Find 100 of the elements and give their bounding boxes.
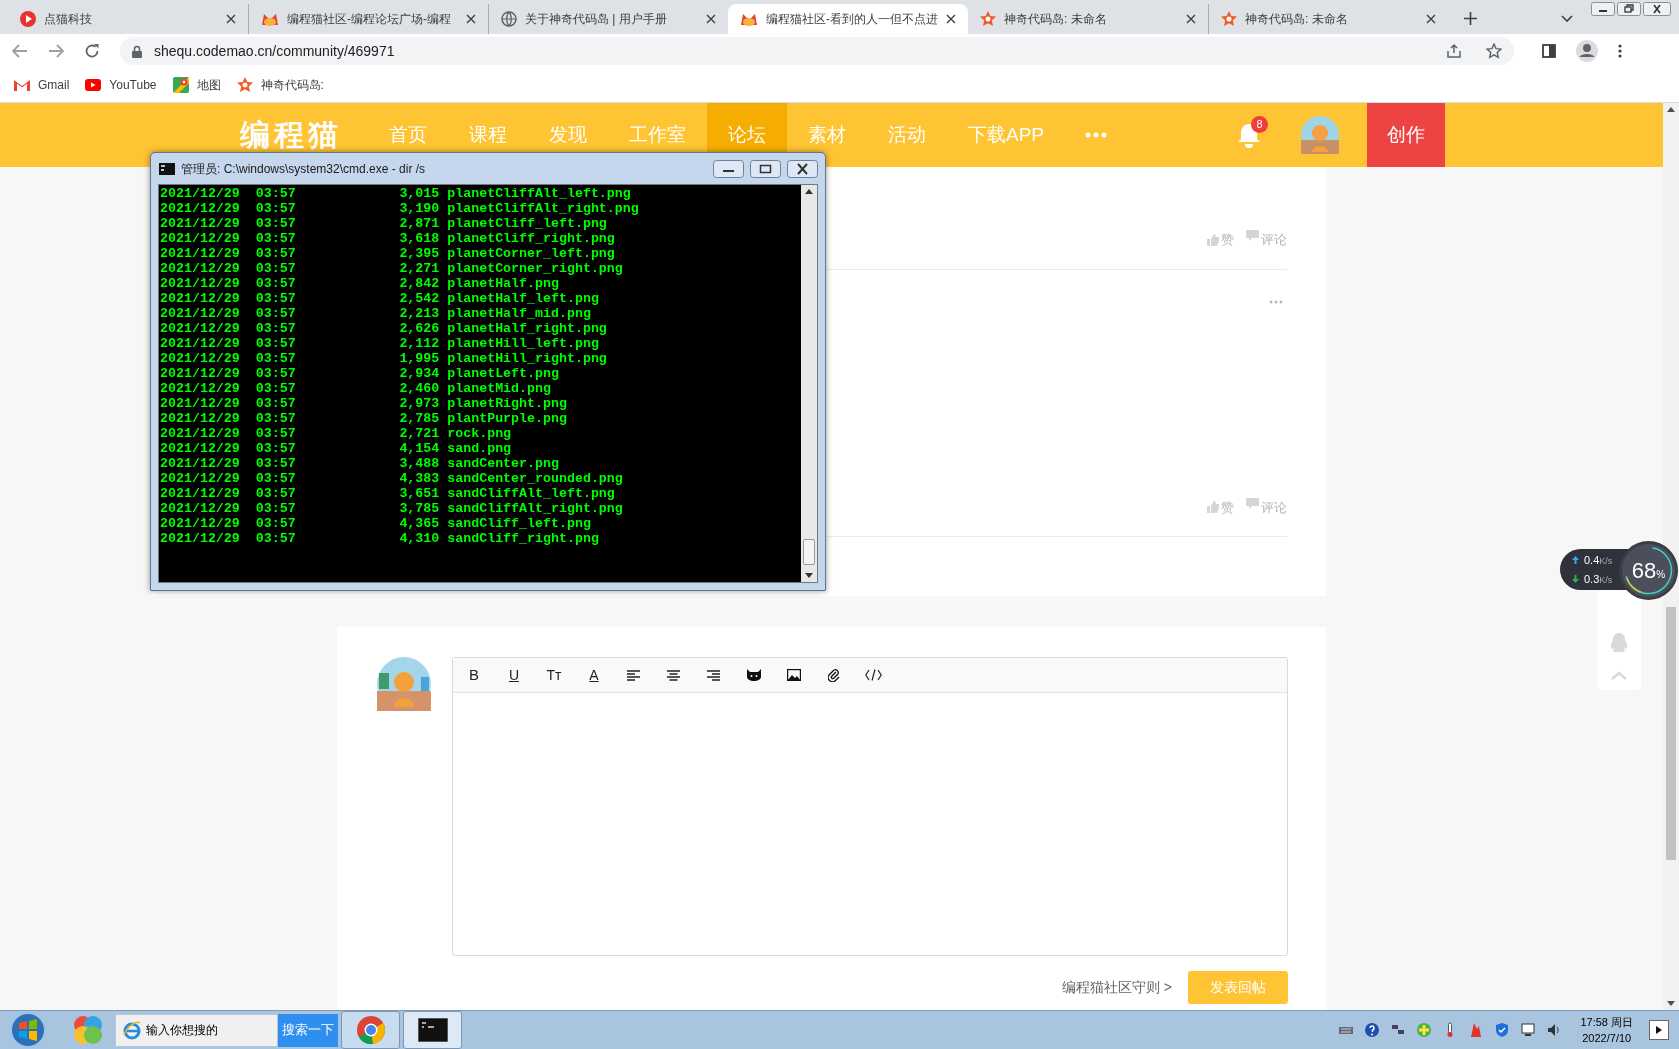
chevron-down-icon[interactable] bbox=[1561, 15, 1573, 23]
close-icon[interactable] bbox=[226, 14, 236, 24]
star-logo-icon bbox=[980, 11, 996, 27]
search-field[interactable]: 输入你想搜的 bbox=[146, 1021, 266, 1039]
console-line: 2021/12/29 03:57 4,383 sandCenter_rounded.png bbox=[160, 471, 623, 486]
cat-face-icon bbox=[740, 11, 758, 27]
console-line: 2021/12/29 03:57 2,626 planetHalf_right.png bbox=[160, 321, 607, 336]
play-icon bbox=[85, 79, 102, 91]
bookmark-link[interactable]: 地图 bbox=[172, 76, 221, 94]
taskbar-app[interactable] bbox=[403, 1011, 462, 1049]
download-speed: 0.3K/s bbox=[1584, 571, 1613, 587]
close-icon[interactable] bbox=[466, 14, 476, 24]
font-size-button[interactable]: Tт bbox=[533, 664, 574, 686]
help-icon[interactable] bbox=[1364, 1022, 1381, 1038]
close-icon[interactable] bbox=[946, 14, 956, 24]
console-line: 2021/12/29 03:57 3,785 sandCliffAlt_right.png bbox=[160, 501, 623, 516]
speech-bubble-icon bbox=[1246, 497, 1259, 509]
browser-tab[interactable]: 点猫科技 bbox=[8, 4, 248, 34]
console-line: 2021/12/29 03:57 3,190 planetCliffAlt_right.png bbox=[160, 201, 639, 216]
browser-tab[interactable]: 神奇代码岛: 未命名 bbox=[968, 4, 1208, 34]
restore-icon[interactable] bbox=[1617, 2, 1641, 16]
play-icon bbox=[1655, 1026, 1663, 1034]
cat-face-icon[interactable] bbox=[746, 669, 761, 681]
scroll-down-icon[interactable] bbox=[805, 573, 813, 578]
paperclip-icon[interactable] bbox=[827, 668, 840, 682]
notification-badge: 8 bbox=[1251, 116, 1269, 133]
upload-arrow-icon bbox=[1572, 556, 1579, 564]
star-icon[interactable] bbox=[1486, 43, 1502, 59]
upload-speed: 0.4K/s bbox=[1584, 552, 1613, 568]
console-line: 2021/12/29 03:57 2,112 planetHill_left.png bbox=[160, 336, 599, 351]
thumbs-up-icon bbox=[1207, 233, 1219, 246]
bookmark-link[interactable]: Gmail bbox=[14, 76, 70, 94]
new-tab-icon[interactable] bbox=[1464, 12, 1477, 25]
console-line: 2021/12/29 03:57 2,785 plantPurple.png bbox=[160, 411, 567, 426]
terminal-icon bbox=[417, 1018, 448, 1042]
underline-button[interactable]: U bbox=[493, 664, 534, 686]
console-line: 2021/12/29 03:57 3,015 planetCliffAlt_left.png bbox=[160, 186, 631, 201]
create-button[interactable]: 创作 bbox=[1367, 103, 1446, 167]
scroll-thumb[interactable] bbox=[803, 539, 815, 565]
minimize-icon[interactable] bbox=[713, 159, 744, 178]
profile-icon[interactable] bbox=[1576, 40, 1598, 62]
terminal-icon bbox=[159, 162, 175, 175]
scrollbar[interactable] bbox=[1663, 103, 1679, 1010]
bell-icon[interactable] bbox=[1237, 122, 1262, 148]
scroll-up-icon[interactable] bbox=[1667, 107, 1675, 112]
align-right-icon[interactable] bbox=[707, 669, 721, 681]
thumbs-up-icon bbox=[1207, 501, 1219, 514]
close-icon[interactable] bbox=[1186, 14, 1196, 24]
map-pin-icon bbox=[172, 77, 189, 93]
close-icon[interactable] bbox=[787, 159, 818, 178]
bold-button[interactable]: B bbox=[453, 663, 494, 687]
speech-bubble-icon bbox=[1246, 230, 1259, 241]
close-icon[interactable] bbox=[706, 14, 716, 24]
bookmark-link[interactable]: 神奇代码岛: bbox=[236, 76, 324, 94]
back-icon[interactable] bbox=[12, 44, 28, 58]
search-button[interactable]: 搜索一下 bbox=[278, 1013, 338, 1047]
forward-icon[interactable] bbox=[48, 44, 64, 58]
console-line: 2021/12/29 03:57 4,365 sandCliff_left.png bbox=[160, 516, 591, 531]
shield-icon[interactable] bbox=[1494, 1022, 1511, 1038]
minimize-icon[interactable] bbox=[1591, 2, 1615, 16]
tab-title: 编程猫社区-看到的人一但不点进 bbox=[766, 11, 938, 28]
comment-editor[interactable]: B U Tт A bbox=[451, 657, 1288, 956]
mail-icon bbox=[14, 79, 30, 91]
tab-title: 神奇代码岛: 未命名 bbox=[1245, 11, 1349, 28]
maximize-icon[interactable] bbox=[750, 159, 781, 178]
code-icon[interactable] bbox=[865, 669, 883, 681]
close-icon[interactable] bbox=[1426, 14, 1436, 24]
image-icon[interactable] bbox=[786, 669, 801, 681]
browser-tab[interactable]: 编程猫社区-看到的人一但不点进 bbox=[728, 4, 968, 34]
console-line: 2021/12/29 03:57 4,310 sandCliff_right.png bbox=[160, 531, 599, 546]
window-title: 管理员: C:\windows\system32\cmd.exe - dir /s bbox=[181, 160, 427, 178]
menu-icon[interactable] bbox=[1618, 44, 1622, 58]
user-avatar bbox=[377, 657, 431, 711]
font-color-button[interactable]: A bbox=[573, 664, 614, 686]
align-center-icon[interactable] bbox=[667, 669, 681, 681]
align-left-icon[interactable] bbox=[627, 669, 641, 681]
scroll-up-icon[interactable] bbox=[805, 189, 813, 194]
monitor-icon[interactable] bbox=[1520, 1022, 1537, 1038]
star-logo-icon bbox=[236, 77, 253, 93]
download-arrow-icon bbox=[1572, 575, 1579, 583]
start-button[interactable] bbox=[8, 1011, 48, 1049]
show-desktop-button[interactable] bbox=[1649, 1020, 1669, 1040]
close-icon[interactable] bbox=[1643, 2, 1671, 16]
scroll-thumb[interactable] bbox=[1666, 607, 1676, 860]
scrollbar[interactable] bbox=[801, 185, 817, 582]
tab-title: 关于神奇代码岛 | 用户手册 bbox=[525, 11, 668, 28]
reload-icon[interactable] bbox=[84, 43, 100, 59]
search-box[interactable]: 输入你想搜的 bbox=[115, 1013, 278, 1047]
browser-e-icon bbox=[122, 1020, 142, 1040]
side-panel-icon[interactable] bbox=[1542, 44, 1556, 58]
console-line: 2021/12/29 03:57 2,871 planetCliff_left.png bbox=[160, 216, 607, 231]
scroll-down-icon[interactable] bbox=[1667, 1001, 1675, 1006]
tab-title: 神奇代码岛: 未命名 bbox=[1004, 11, 1108, 28]
address-bar[interactable]: shequ.codemao.cn/community/469971 bbox=[120, 37, 1514, 65]
bookmark-link[interactable]: YouTube bbox=[85, 76, 157, 94]
console-line: 2021/12/29 03:57 1,995 planetHill_right.png bbox=[160, 351, 607, 366]
tab-title: 点猫科技 bbox=[44, 11, 93, 28]
rules-link[interactable]: 编程猫社区守则 > bbox=[1061, 977, 1172, 998]
console-line: 2021/12/29 03:57 2,271 planetCorner_right.png bbox=[160, 261, 623, 276]
share-icon[interactable] bbox=[1446, 43, 1462, 59]
